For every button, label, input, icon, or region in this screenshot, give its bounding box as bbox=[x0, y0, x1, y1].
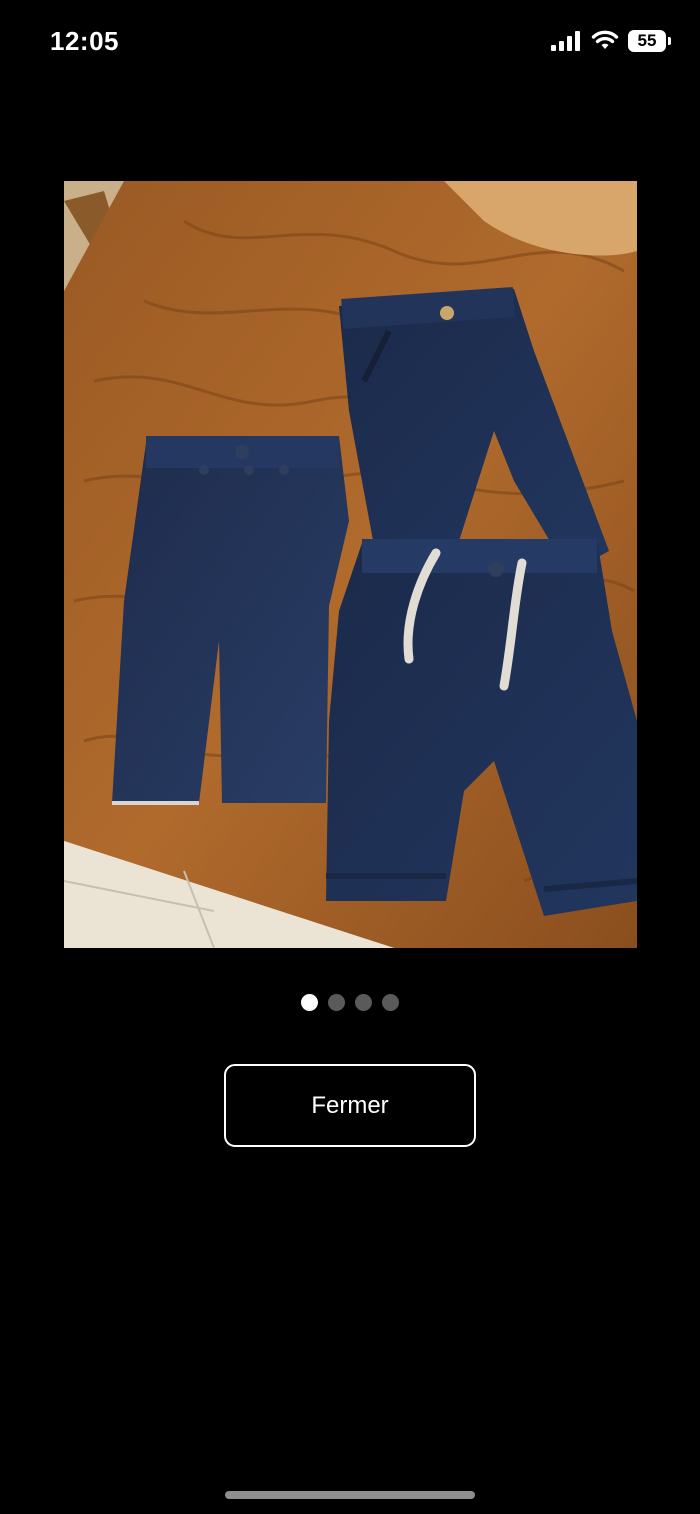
battery-level: 55 bbox=[628, 30, 666, 52]
home-indicator bbox=[225, 1491, 475, 1499]
pager-dot-3[interactable] bbox=[355, 994, 372, 1011]
pager-dot-1[interactable] bbox=[301, 994, 318, 1011]
status-time: 12:05 bbox=[50, 26, 119, 56]
close-button[interactable]: Fermer bbox=[224, 1064, 476, 1147]
status-bar: 12:05 55 bbox=[0, 0, 700, 86]
battery-icon: 55 bbox=[628, 30, 672, 52]
pager-dot-2[interactable] bbox=[328, 994, 345, 1011]
status-icons: 55 bbox=[550, 30, 672, 52]
pager-dot-4[interactable] bbox=[382, 994, 399, 1011]
product-photo-image bbox=[64, 181, 637, 948]
product-photo[interactable] bbox=[64, 181, 637, 948]
photo-pager bbox=[0, 994, 700, 1011]
wifi-icon bbox=[591, 30, 619, 49]
cellular-signal-icon bbox=[551, 31, 580, 51]
